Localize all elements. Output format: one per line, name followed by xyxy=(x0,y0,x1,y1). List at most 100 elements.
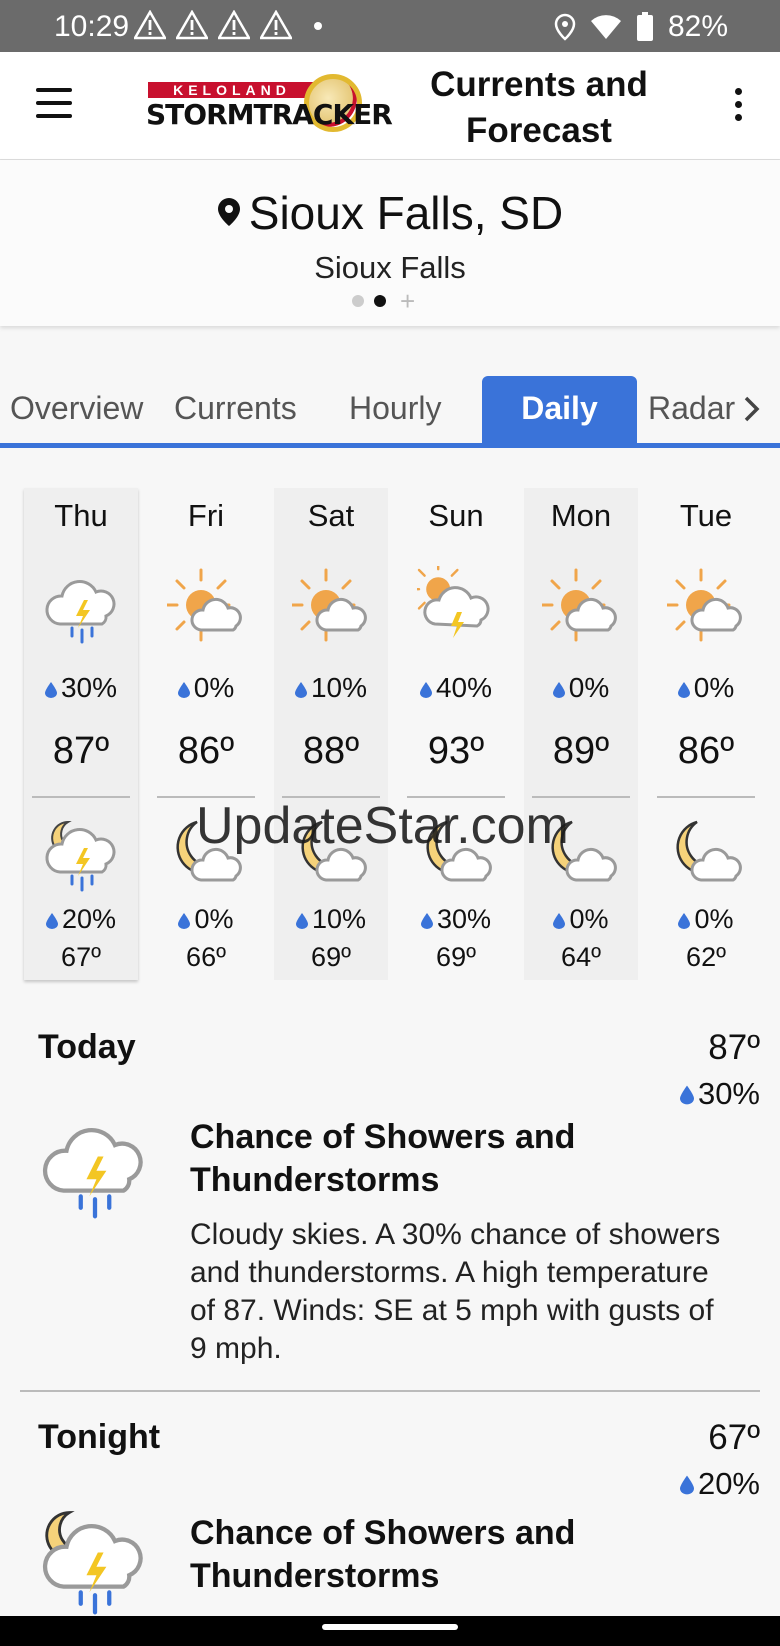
status-right: 82% xyxy=(554,10,728,44)
day-high: 86º xyxy=(677,730,735,772)
page-dot[interactable] xyxy=(352,295,364,307)
page-dot-active[interactable] xyxy=(374,295,386,307)
period-today[interactable]: Today 87º 30% Chance of Showers and Thun… xyxy=(0,1020,780,1390)
tab-hourly[interactable]: Hourly xyxy=(349,390,441,427)
warning-icon xyxy=(260,10,292,40)
day-column-tue[interactable]: Tue 0% 86º 0% 62º xyxy=(649,488,763,980)
day-column-sun[interactable]: Sun 40% 93º 30% 69º xyxy=(399,488,513,980)
period-title: Today xyxy=(38,1028,136,1066)
period-temp: 67º xyxy=(708,1418,760,1457)
day-column-thu[interactable]: Thu 30% 87º 20% 67º xyxy=(24,488,138,980)
night-low: 66º xyxy=(186,942,226,972)
day-high: 93º xyxy=(427,730,485,772)
day-high: 88º xyxy=(302,730,360,772)
day-precip: 0% xyxy=(649,672,763,704)
status-bar: 10:29 82% xyxy=(0,0,780,52)
battery-percent: 82% xyxy=(667,10,728,43)
tab-currents[interactable]: Currents xyxy=(174,390,297,427)
night-precip: 0% xyxy=(149,904,263,935)
night-low: 64º xyxy=(561,942,601,972)
night-thunderstorm-icon xyxy=(42,820,122,892)
battery-icon xyxy=(636,12,653,41)
raindrop-icon xyxy=(295,913,308,929)
day-name: Fri xyxy=(187,498,225,533)
logo-stormtracker-text: STORMTRACKER xyxy=(146,98,393,131)
more-options-button[interactable] xyxy=(728,88,748,128)
sun-thunder-icon xyxy=(417,566,490,638)
hamburger-icon xyxy=(36,88,72,92)
more-vert-icon xyxy=(734,88,742,95)
partly-sunny-icon xyxy=(542,566,617,646)
partly-sunny-icon xyxy=(667,566,742,646)
raindrop-icon xyxy=(177,682,190,698)
period-condition: Chance of Showers and Thunderstorms xyxy=(190,1118,576,1199)
night-low: 67º xyxy=(61,942,101,972)
map-pin-icon xyxy=(217,198,240,226)
night-precip: 30% xyxy=(399,904,513,935)
partly-sunny-icon xyxy=(167,566,242,646)
partly-cloudy-night-icon xyxy=(676,820,742,882)
night-precip: 20% xyxy=(24,904,138,935)
partly-sunny-icon xyxy=(292,566,367,646)
tab-daily[interactable]: Daily xyxy=(482,376,637,443)
day-precip: 0% xyxy=(524,672,638,704)
location-title: Sioux Falls, SD xyxy=(0,186,780,240)
night-low: 69º xyxy=(311,942,351,972)
tab-overview[interactable]: Overview xyxy=(10,390,143,427)
app-bar: KELOLAND STORMTRACKER Currents and Forec… xyxy=(0,52,780,160)
location-subtitle: Sioux Falls xyxy=(314,250,466,285)
day-precip: 0% xyxy=(149,672,263,704)
location-icon xyxy=(554,13,576,41)
day-high: 87º xyxy=(52,730,110,772)
raindrop-icon xyxy=(419,682,432,698)
wifi-icon xyxy=(590,15,621,39)
location-page-indicator[interactable]: + xyxy=(352,288,415,314)
day-precip: 40% xyxy=(399,672,513,704)
period-description: Cloudy skies. A 30% chance of showers an… xyxy=(190,1218,721,1365)
night-low: 62º xyxy=(686,942,726,972)
day-column-sat[interactable]: Sat 10% 88º 10% 69º xyxy=(274,488,388,980)
location-card[interactable]: Sioux Falls, SD Sioux Falls + xyxy=(0,160,780,326)
tab-radar[interactable]: Radar xyxy=(648,390,735,427)
thunderstorm-icon xyxy=(38,1108,152,1219)
warning-icon xyxy=(176,10,208,40)
system-nav-bar xyxy=(0,1616,780,1646)
period-precip: 20% xyxy=(679,1466,760,1502)
home-gesture-handle[interactable] xyxy=(322,1624,458,1630)
day-column-mon[interactable]: Mon 0% 89º 0% 64º xyxy=(524,488,638,980)
location-name: Sioux Falls, SD xyxy=(248,187,564,239)
status-notifications xyxy=(134,10,292,40)
raindrop-icon xyxy=(178,913,191,929)
period-tonight[interactable]: Tonight 67º 20% Chance of Showers and Th… xyxy=(0,1408,780,1616)
stormtracker-logo: KELOLAND STORMTRACKER xyxy=(144,72,393,138)
night-low: 69º xyxy=(436,942,476,972)
night-precip: 10% xyxy=(274,904,388,935)
day-name: Thu xyxy=(54,498,108,533)
logo-keloland-text: KELOLAND xyxy=(148,82,316,98)
day-column-fri[interactable]: Fri 0% 86º 0% 66º xyxy=(149,488,263,980)
chevron-right-icon[interactable] xyxy=(742,394,762,424)
status-time: 10:29 xyxy=(54,10,130,43)
period-precip: 30% xyxy=(679,1076,760,1112)
tab-bar: Overview Currents Hourly Daily Radar xyxy=(0,376,780,448)
day-high: 86º xyxy=(177,730,235,772)
watermark: UpdateStar.com xyxy=(196,797,569,855)
raindrop-icon xyxy=(552,682,565,698)
raindrop-icon xyxy=(45,913,58,929)
add-location-icon[interactable]: + xyxy=(400,288,415,314)
day-name: Sun xyxy=(428,498,484,533)
day-high: 89º xyxy=(552,730,610,772)
day-precip: 30% xyxy=(24,672,138,704)
thunderstorm-icon xyxy=(42,566,122,644)
day-precip: 10% xyxy=(274,672,388,704)
menu-button[interactable] xyxy=(36,88,72,120)
raindrop-icon xyxy=(677,682,690,698)
night-thunderstorm-icon xyxy=(38,1511,152,1615)
day-name: Sat xyxy=(307,498,355,533)
raindrop-icon xyxy=(679,1475,694,1495)
page-title: Currents and Forecast xyxy=(430,65,648,150)
raindrop-icon xyxy=(678,913,691,929)
warning-icon xyxy=(134,10,166,40)
day-name: Tue xyxy=(679,498,733,533)
raindrop-icon xyxy=(44,682,57,698)
